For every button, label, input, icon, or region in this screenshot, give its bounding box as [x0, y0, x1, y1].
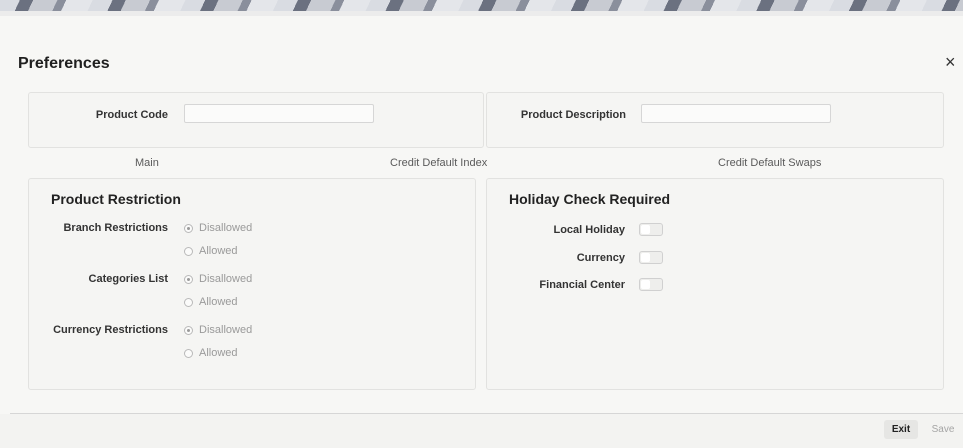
- exit-button[interactable]: Exit: [884, 420, 918, 439]
- radio-selected-icon: [184, 223, 193, 233]
- radio-label: Disallowed: [199, 273, 253, 285]
- categories-allowed-radio[interactable]: Allowed: [184, 296, 238, 308]
- tab-credit-default-index[interactable]: Credit Default Index: [390, 157, 487, 169]
- product-description-input[interactable]: [641, 104, 831, 123]
- currency-restrictions-label: Currency Restrictions: [53, 324, 168, 336]
- local-holiday-toggle[interactable]: [639, 223, 663, 236]
- radio-label: Allowed: [199, 296, 238, 308]
- tab-credit-default-swaps[interactable]: Credit Default Swaps: [718, 157, 821, 169]
- currency-toggle[interactable]: [639, 251, 663, 264]
- radio-unselected-icon: [184, 297, 193, 307]
- radio-unselected-icon: [184, 348, 193, 358]
- radio-selected-icon: [184, 325, 193, 335]
- page-title: Preferences: [18, 55, 110, 72]
- categories-list-label: Categories List: [88, 273, 168, 285]
- header-banner: [0, 0, 963, 16]
- product-code-input[interactable]: [184, 104, 374, 123]
- financial-center-toggle[interactable]: [639, 278, 663, 291]
- radio-label: Disallowed: [199, 222, 253, 234]
- categories-disallowed-radio[interactable]: Disallowed: [184, 273, 252, 285]
- product-description-label: Product Description: [520, 109, 626, 121]
- radio-unselected-icon: [184, 246, 193, 256]
- holiday-check-title: Holiday Check Required: [509, 191, 671, 207]
- branch-restrictions-label: Branch Restrictions: [63, 222, 168, 234]
- radio-label: Disallowed: [199, 324, 253, 336]
- save-button[interactable]: Save: [925, 420, 961, 439]
- footer-bar: [0, 414, 963, 448]
- currency-allowed-radio[interactable]: Allowed: [184, 347, 238, 359]
- product-code-label: Product Code: [95, 109, 168, 121]
- currency-label: Currency: [576, 252, 625, 264]
- branch-allowed-radio[interactable]: Allowed: [184, 245, 238, 257]
- radio-label: Allowed: [199, 245, 238, 257]
- close-icon[interactable]: ×: [945, 52, 956, 73]
- financial-center-label: Financial Center: [539, 279, 625, 291]
- branch-disallowed-radio[interactable]: Disallowed: [184, 222, 252, 234]
- local-holiday-label: Local Holiday: [553, 224, 625, 236]
- radio-label: Allowed: [199, 347, 238, 359]
- radio-selected-icon: [184, 274, 193, 284]
- currency-disallowed-radio[interactable]: Disallowed: [184, 324, 252, 336]
- product-restriction-title: Product Restriction: [51, 191, 181, 207]
- tab-main[interactable]: Main: [135, 157, 159, 169]
